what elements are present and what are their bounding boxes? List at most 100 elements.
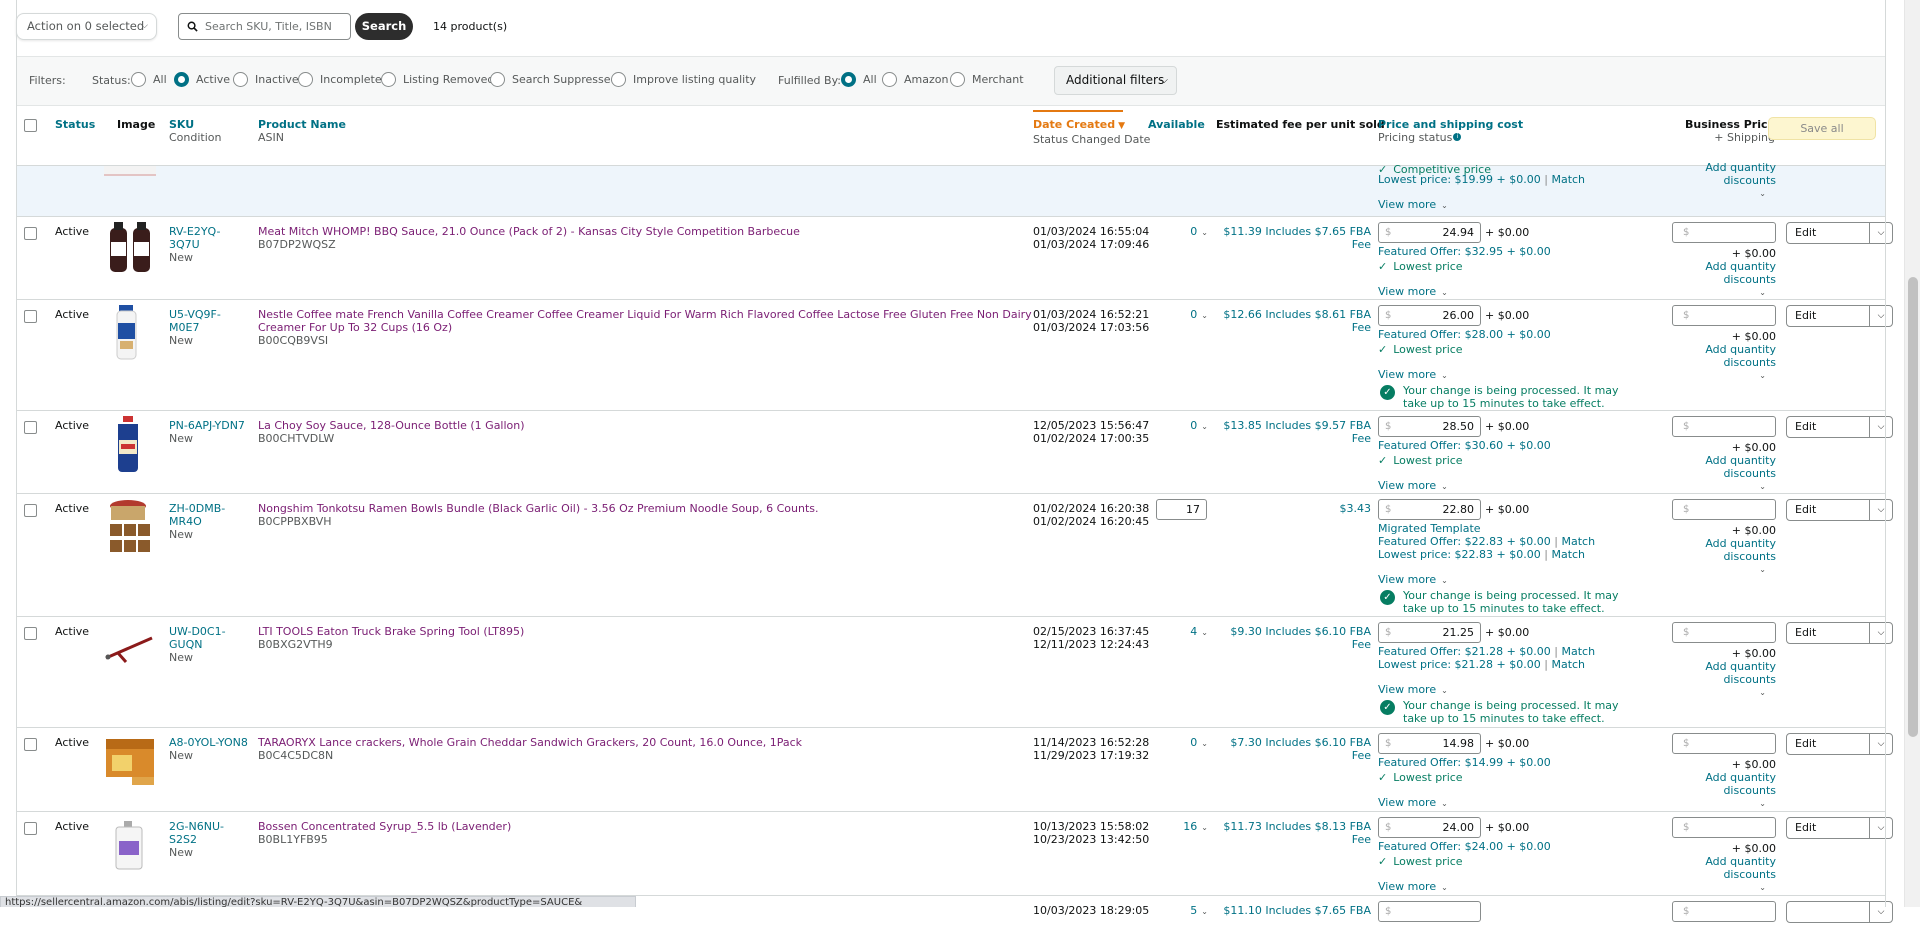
col-date-created[interactable]: Date Created ▼ Status Changed Date — [1033, 118, 1150, 146]
row-checkbox[interactable] — [24, 627, 37, 640]
bulk-action-dropdown[interactable]: Action on 0 selected ⌵ — [16, 13, 157, 40]
add-quantity-discounts-link[interactable]: Add quantity discounts — [1652, 260, 1776, 286]
price-input[interactable]: $22.80 — [1378, 499, 1481, 520]
match-button[interactable]: Match — [1551, 548, 1585, 561]
sku-link[interactable]: PN-6APJ-YDN7 — [169, 419, 245, 432]
product-image[interactable] — [104, 733, 156, 789]
row-checkbox[interactable] — [24, 822, 37, 835]
business-price-input[interactable]: $ — [1672, 622, 1776, 643]
price-input[interactable]: $21.25 — [1378, 622, 1481, 643]
add-quantity-discounts-link[interactable]: Add quantity discounts — [1652, 343, 1776, 369]
fulfilled-filter-all[interactable]: All — [841, 71, 877, 89]
view-more-link[interactable]: View more ⌄ — [1378, 880, 1648, 894]
edit-button[interactable]: Edit — [1786, 305, 1870, 327]
sku-link[interactable]: U5-VQ9F-M0E7 — [169, 308, 221, 334]
add-quantity-discounts-link[interactable]: Add quantity discounts ⌄ — [1652, 161, 1776, 200]
product-image[interactable] — [104, 498, 156, 554]
edit-dropdown-chevron-icon[interactable]: ⌵ — [1869, 622, 1893, 644]
business-price-input[interactable]: $ — [1672, 416, 1776, 437]
price-input[interactable]: $14.98 — [1378, 733, 1481, 754]
edit-dropdown-chevron-icon[interactable]: ⌵ — [1869, 222, 1893, 244]
available-dropdown[interactable]: 5 ⌄ — [1148, 904, 1208, 918]
match-button[interactable]: Match — [1562, 535, 1596, 548]
view-more-link[interactable]: View more ⌄ — [1378, 198, 1448, 212]
business-price-input[interactable]: $ — [1672, 499, 1776, 520]
edit-dropdown-chevron-icon[interactable]: ⌵ — [1869, 901, 1893, 923]
scrollbar-thumb[interactable] — [1908, 277, 1918, 737]
save-all-button[interactable]: Save all — [1768, 117, 1876, 140]
edit-button[interactable]: Edit — [1786, 222, 1870, 244]
product-name-link[interactable]: Nongshim Tonkotsu Ramen Bowls Bundle (Bl… — [258, 502, 819, 515]
edit-button[interactable]: Edit — [1786, 733, 1870, 755]
available-dropdown[interactable]: 16 ⌄ — [1148, 820, 1208, 834]
edit-button[interactable]: Edit — [1786, 817, 1870, 839]
available-dropdown[interactable]: 0 ⌄ — [1148, 419, 1208, 433]
select-all-checkbox[interactable] — [24, 119, 37, 132]
fulfilled-filter-merchant[interactable]: Merchant — [950, 71, 1024, 89]
match-button[interactable]: Match — [1551, 173, 1585, 186]
product-image[interactable] — [104, 305, 156, 361]
edit-button[interactable]: Edit — [1786, 416, 1870, 438]
price-input[interactable]: $24.00 — [1378, 817, 1481, 838]
col-product-name[interactable]: Product Name ASIN — [258, 118, 346, 144]
available-dropdown[interactable]: 0 ⌄ — [1148, 225, 1208, 239]
edit-dropdown-chevron-icon[interactable]: ⌵ — [1869, 499, 1893, 521]
sku-link[interactable]: 2G-N6NU-S2S2 — [169, 820, 224, 846]
business-price-input[interactable]: $ — [1672, 901, 1776, 922]
product-image[interactable] — [104, 222, 156, 278]
view-more-link[interactable]: View more ⌄ — [1378, 479, 1648, 493]
price-input[interactable]: $24.94 — [1378, 222, 1481, 243]
edit-button[interactable]: Edit — [1786, 499, 1870, 521]
business-price-input[interactable]: $ — [1672, 817, 1776, 838]
view-more-link[interactable]: View more ⌄ — [1378, 796, 1648, 810]
edit-button[interactable] — [1786, 901, 1870, 923]
product-image[interactable] — [104, 817, 156, 873]
info-icon[interactable]: i — [1453, 133, 1462, 141]
add-quantity-discounts-link[interactable]: Add quantity discounts — [1652, 537, 1776, 563]
additional-filters-button[interactable]: Additional filters ⌵ — [1054, 66, 1177, 95]
col-available[interactable]: Available — [1148, 118, 1205, 131]
search-input[interactable] — [203, 17, 346, 36]
status-filter-search-suppressed[interactable]: Search Suppressed — [490, 71, 617, 89]
product-name-link[interactable]: La Choy Soy Sauce, 128-Ounce Bottle (1 G… — [258, 419, 525, 432]
edit-dropdown-chevron-icon[interactable]: ⌵ — [1869, 416, 1893, 438]
product-name-link[interactable]: TARAORYX Lance crackers, Whole Grain Che… — [258, 736, 802, 749]
status-filter-active[interactable]: Active — [174, 71, 230, 89]
available-dropdown[interactable]: 0 ⌄ — [1148, 308, 1208, 322]
add-quantity-discounts-link[interactable]: Add quantity discounts — [1652, 771, 1776, 797]
search-button[interactable]: Search — [355, 13, 413, 40]
add-quantity-discounts-link[interactable]: Add quantity discounts — [1652, 454, 1776, 480]
available-quantity-input[interactable]: 17 — [1156, 499, 1207, 520]
row-checkbox[interactable] — [24, 738, 37, 751]
view-more-link[interactable]: View more ⌄ — [1378, 285, 1648, 299]
business-price-input[interactable]: $ — [1672, 305, 1776, 326]
price-input[interactable]: $ — [1378, 901, 1481, 922]
sku-link[interactable]: UW-D0C1-GUQN — [169, 625, 226, 651]
vertical-scrollbar[interactable] — [1904, 0, 1920, 907]
sku-link[interactable]: A8-0YOL-YON8 — [169, 736, 248, 749]
edit-dropdown-chevron-icon[interactable]: ⌵ — [1869, 733, 1893, 755]
business-price-input[interactable]: $ — [1672, 222, 1776, 243]
sku-link[interactable]: RV-E2YQ-3Q7U — [169, 225, 221, 251]
view-more-link[interactable]: View more ⌄ — [1378, 573, 1648, 587]
view-more-link[interactable]: View more ⌄ — [1378, 368, 1648, 382]
product-name-link[interactable]: Bossen Concentrated Syrup_5.5 lb (Lavend… — [258, 820, 511, 833]
row-checkbox[interactable] — [24, 310, 37, 323]
status-filter-listing-removed[interactable]: Listing Removed — [381, 71, 494, 89]
price-input[interactable]: $28.50 — [1378, 416, 1481, 437]
col-status[interactable]: Status — [55, 118, 95, 131]
product-name-link[interactable]: LTI TOOLS Eaton Truck Brake Spring Tool … — [258, 625, 524, 638]
col-price-shipping[interactable]: Price and shipping cost Pricing status i — [1378, 118, 1523, 144]
product-name-link[interactable]: Nestle Coffee mate French Vanilla Coffee… — [258, 308, 1032, 334]
match-button[interactable]: Match — [1551, 658, 1585, 671]
search-box[interactable] — [178, 13, 351, 40]
view-more-link[interactable]: View more ⌄ — [1378, 683, 1648, 697]
row-checkbox[interactable] — [24, 227, 37, 240]
match-button[interactable]: Match — [1562, 645, 1596, 658]
product-name-link[interactable]: Meat Mitch WHOMP! BBQ Sauce, 21.0 Ounce … — [258, 225, 800, 238]
status-filter-incomplete[interactable]: Incomplete — [298, 71, 382, 89]
status-filter-inactive[interactable]: Inactive — [233, 71, 299, 89]
business-price-input[interactable]: $ — [1672, 733, 1776, 754]
fulfilled-filter-amazon[interactable]: Amazon — [882, 71, 948, 89]
product-image[interactable] — [104, 416, 156, 472]
